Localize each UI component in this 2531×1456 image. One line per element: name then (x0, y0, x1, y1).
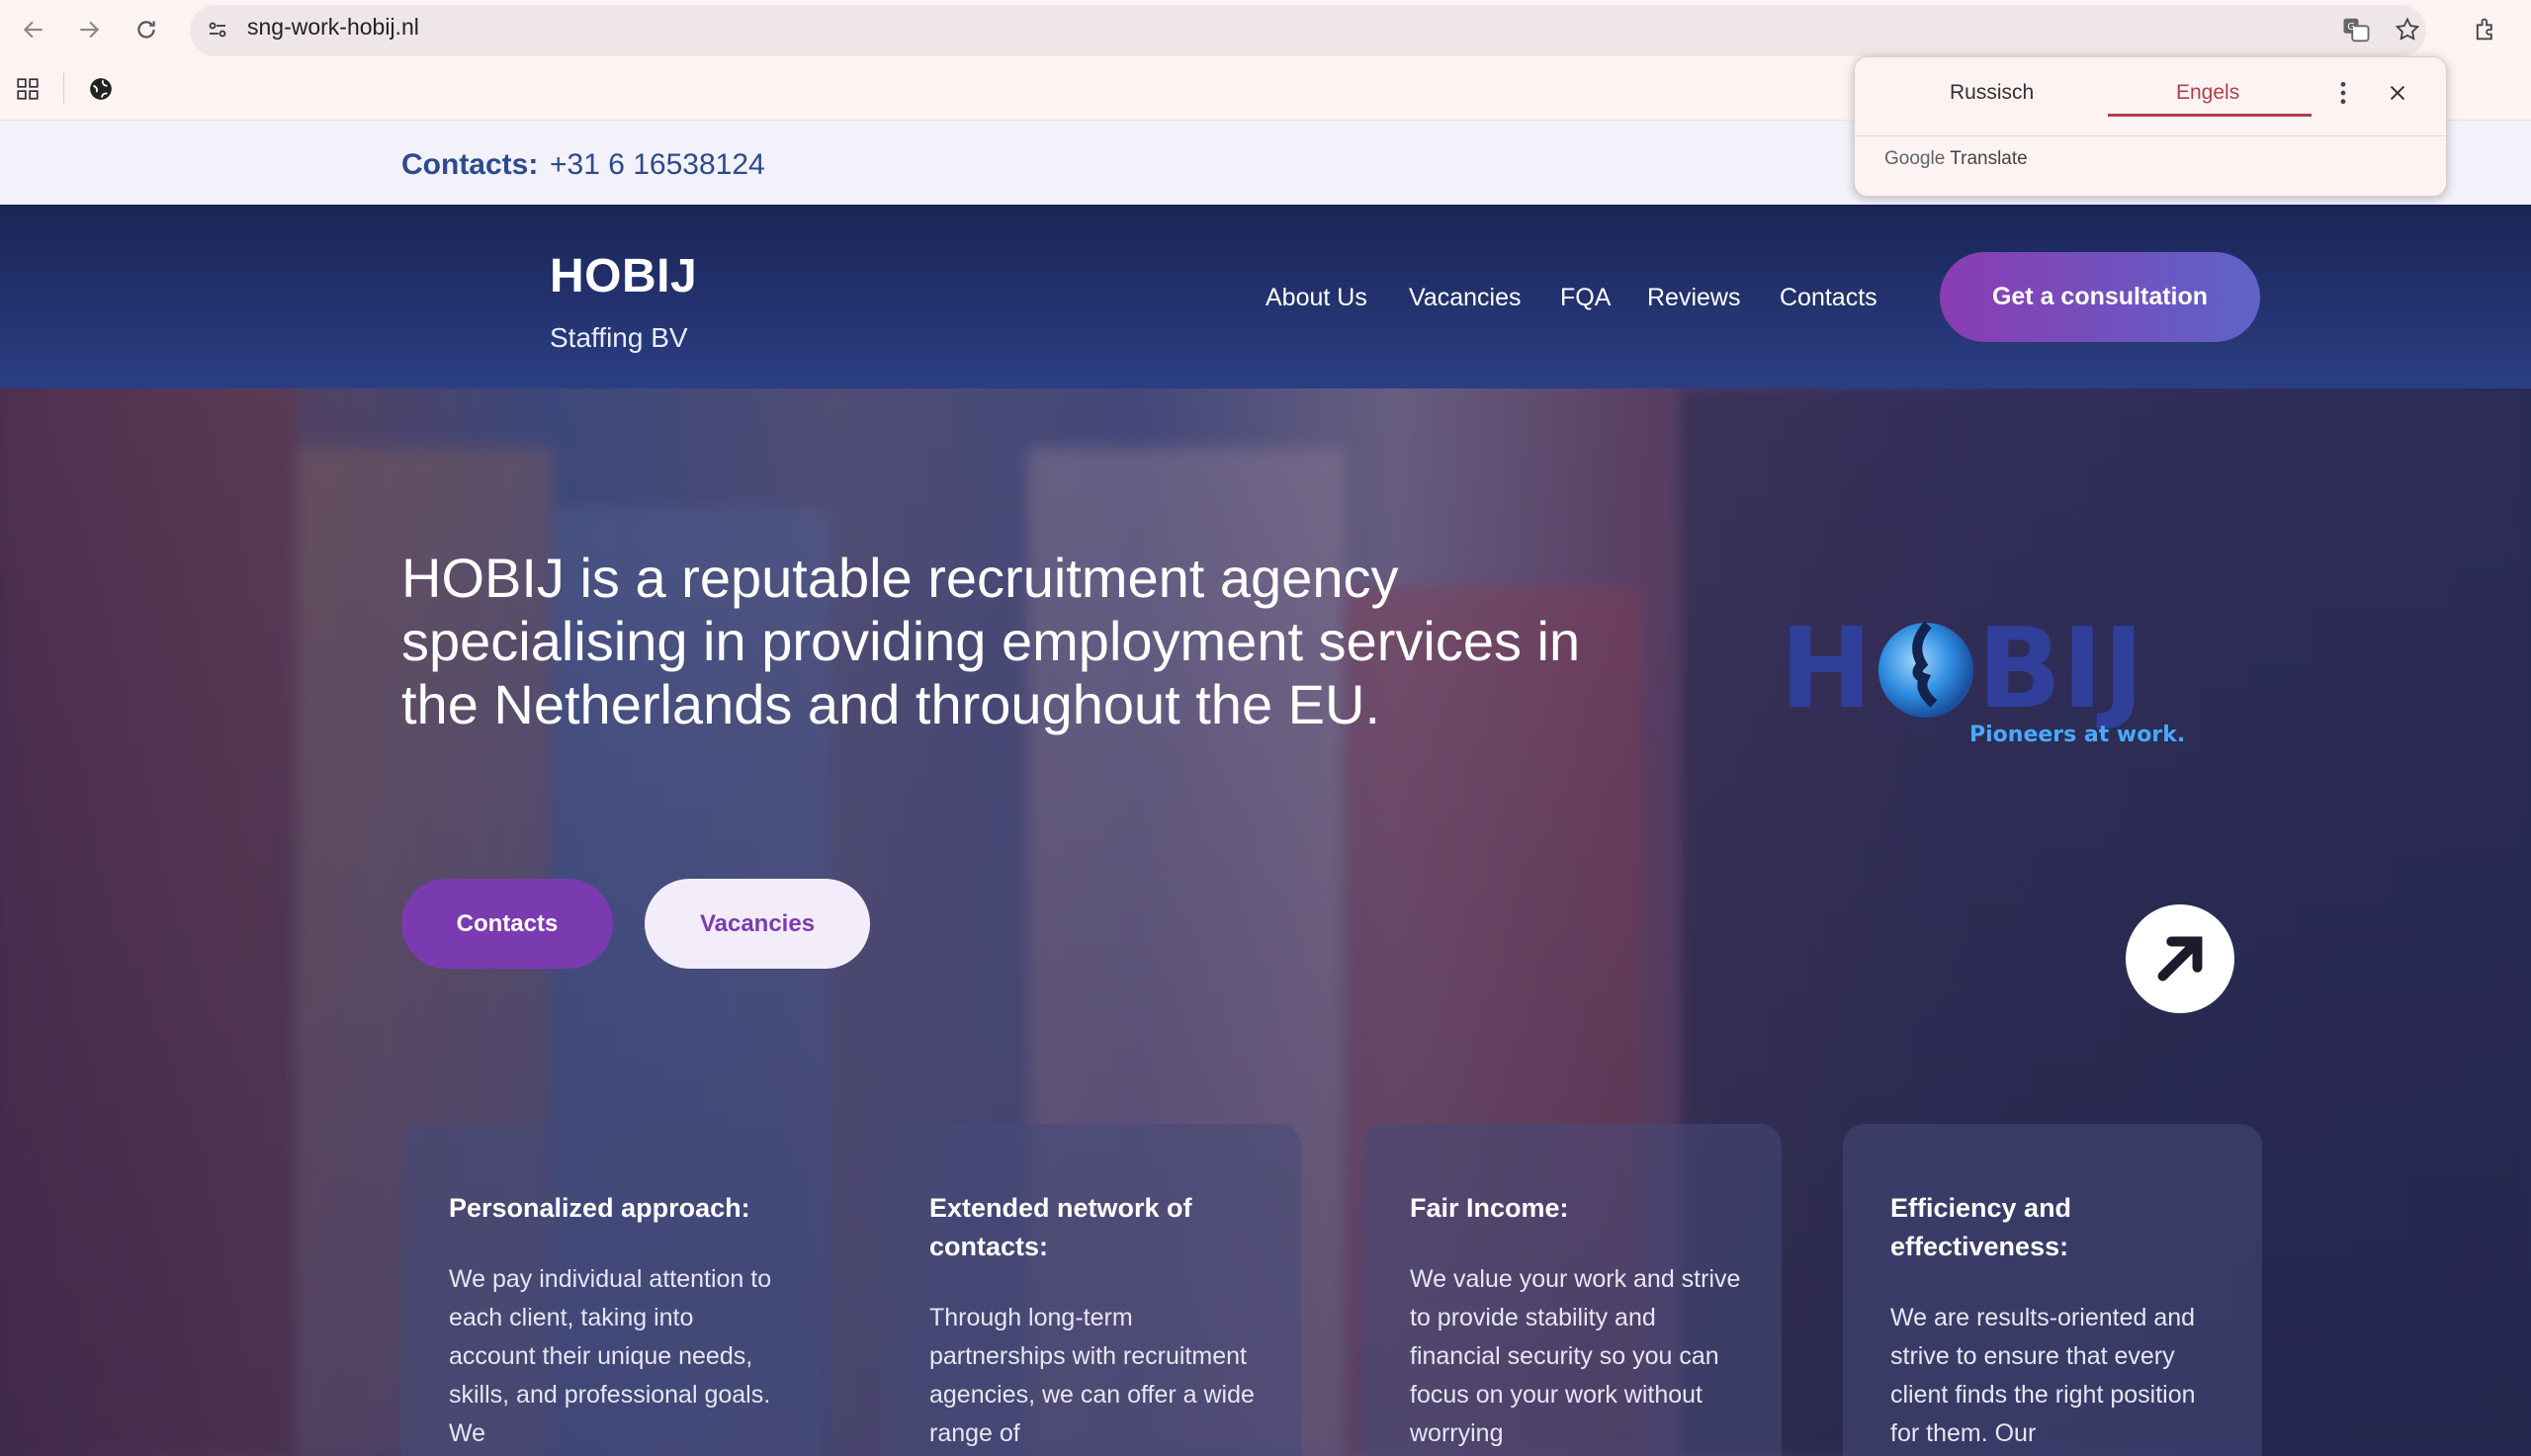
close-icon[interactable] (2378, 73, 2417, 113)
extensions-icon[interactable] (2466, 10, 2505, 49)
translate-tab-indicator (2108, 114, 2312, 117)
more-options-icon[interactable] (2323, 73, 2363, 113)
card-text: We pay individual attention to each clie… (449, 1265, 772, 1447)
bookmarks-separator (63, 73, 64, 103)
hero-title: HOBIJ is a reputable recruitment agency … (401, 547, 1581, 735)
logo-tagline: Pioneers at work. (1969, 723, 2185, 747)
nav-contacts[interactable]: Contacts (1780, 284, 1877, 312)
apps-grid-icon[interactable] (10, 71, 45, 107)
google-translate-branding: Google Translate (1884, 148, 2028, 170)
address-bar[interactable] (190, 5, 2426, 56)
back-icon[interactable] (14, 10, 53, 49)
google-wordmark: Google (1884, 148, 1946, 169)
logo-letter-h: H (1780, 605, 1873, 733)
contact-label: Contacts: (401, 148, 539, 181)
card-text: Through long-term partnerships with recr… (929, 1304, 1255, 1447)
translate-icon[interactable]: G (2336, 10, 2376, 49)
card-title: Personalized approach: (449, 1193, 750, 1223)
reload-icon[interactable] (127, 10, 166, 49)
contacts-button[interactable]: Contacts (401, 879, 613, 969)
brand-name[interactable]: HOBIJ (550, 249, 697, 303)
globe-icon[interactable] (83, 71, 119, 107)
card-title: Efficiency and effectiveness: (1890, 1193, 2072, 1261)
get-consultation-button[interactable]: Get a consultation (1940, 252, 2260, 342)
card-title: Fair Income: (1410, 1193, 1569, 1223)
translate-tab-source[interactable]: Russisch (1950, 81, 2034, 105)
bookmark-star-icon[interactable] (2388, 10, 2427, 49)
nav-vacancies[interactable]: Vacancies (1409, 284, 1522, 312)
nav-fqa[interactable]: FQA (1560, 284, 1611, 312)
vacancies-button[interactable]: Vacancies (645, 879, 870, 969)
logo-letters-bij: BIJ (1977, 605, 2144, 733)
card-title: Extended network of contacts: (929, 1193, 1192, 1261)
arrow-up-right-button[interactable] (2126, 904, 2234, 1013)
translate-divider (1855, 135, 2446, 136)
translate-wordmark: Translate (1950, 148, 2028, 169)
card-text: We are results-oriented and strive to en… (1890, 1304, 2196, 1447)
brand-subtitle: Staffing BV (550, 322, 688, 353)
contact-phone-link[interactable]: +31 6 16538124 (550, 148, 765, 182)
translate-tab-target[interactable]: Engels (2176, 81, 2239, 105)
nav-about-us[interactable]: About Us (1266, 284, 1367, 312)
card-text: We value your work and strive to provide… (1410, 1265, 1741, 1447)
forward-icon[interactable] (69, 10, 109, 49)
nav-reviews[interactable]: Reviews (1647, 284, 1740, 312)
site-info-icon[interactable] (200, 12, 235, 47)
logo-globe-icon (1878, 623, 1973, 718)
svg-text:G: G (2347, 22, 2355, 33)
url-text[interactable]: sng-work-hobij.nl (247, 14, 419, 41)
arrow-up-right-icon (2157, 936, 2203, 982)
hobij-logo: H BIJ Pioneers at work. (1780, 605, 2185, 747)
